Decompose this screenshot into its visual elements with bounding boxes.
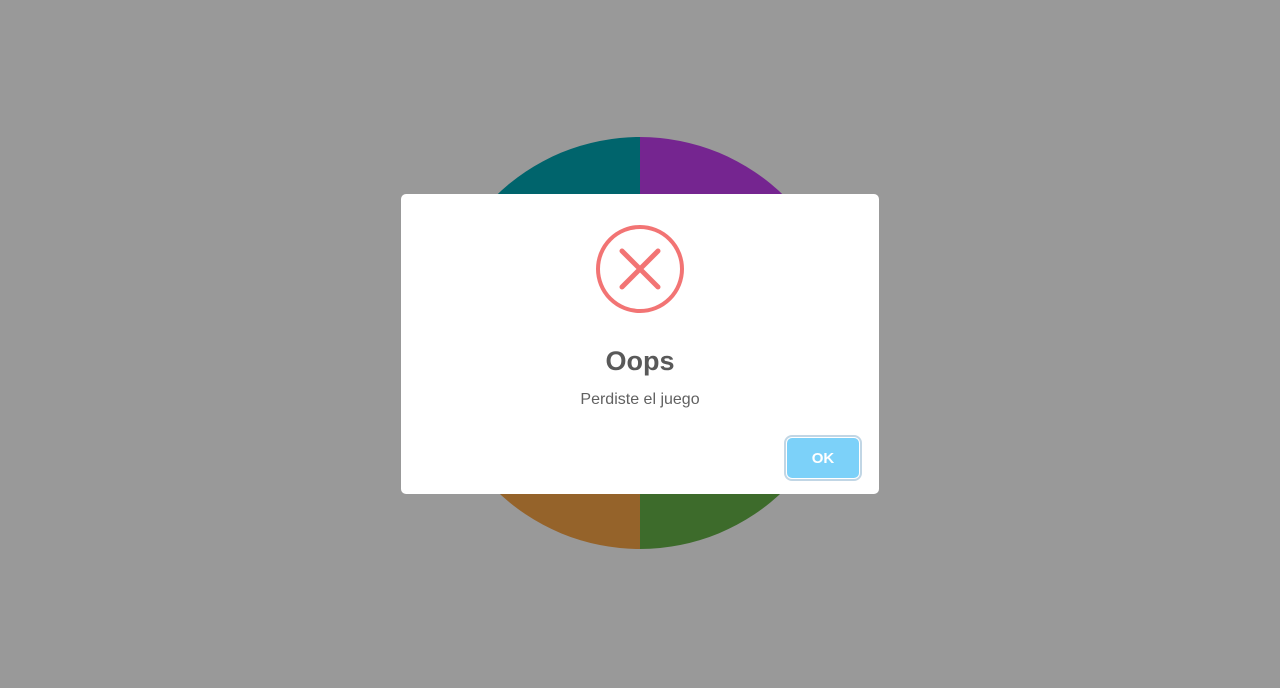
modal-title: Oops <box>605 346 675 376</box>
alert-modal: Oops Perdiste el juego OK <box>401 194 879 494</box>
modal-message: Perdiste el juego <box>580 391 700 408</box>
game-screen: Oops Perdiste el juego OK <box>0 0 1280 688</box>
ok-button[interactable]: OK <box>787 438 859 478</box>
error-x-icon <box>596 225 684 313</box>
